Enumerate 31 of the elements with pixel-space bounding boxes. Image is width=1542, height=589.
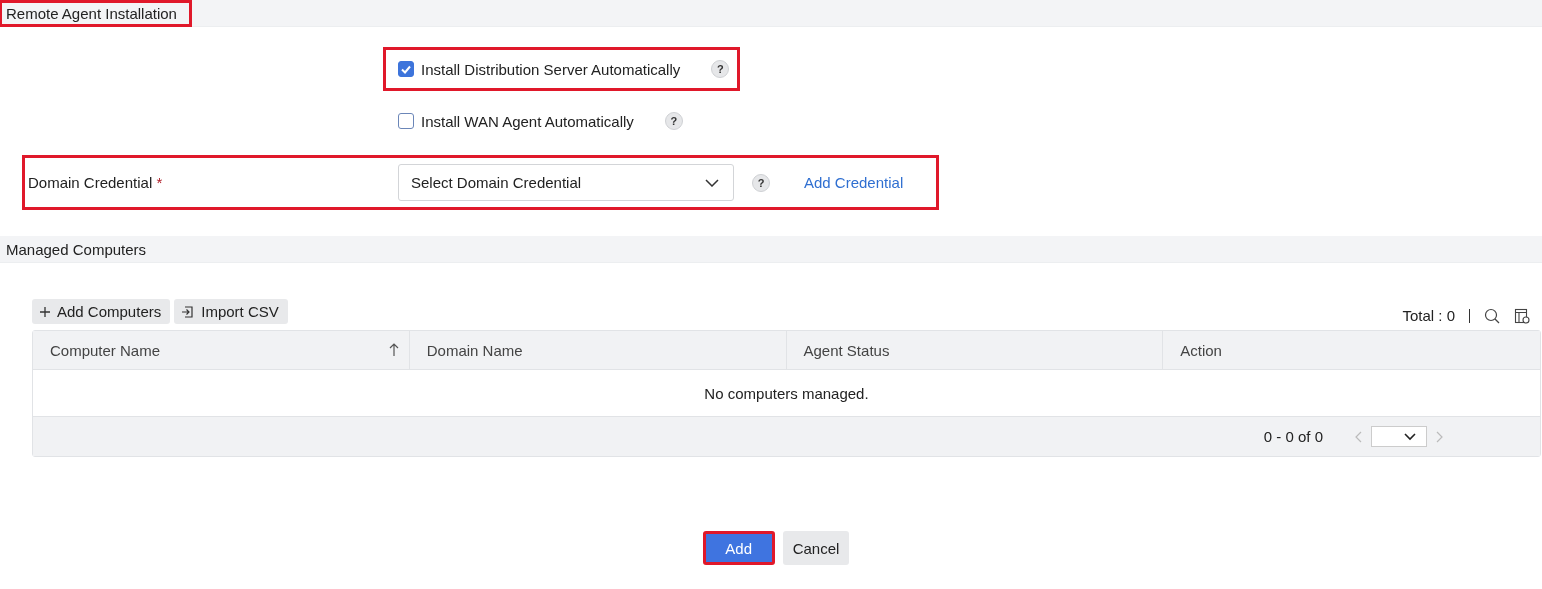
credential-dropdown[interactable]: Select Domain Credential: [398, 164, 734, 201]
column-header[interactable]: Agent Status: [786, 331, 1164, 369]
help-icon[interactable]: ?: [752, 173, 770, 192]
help-icon[interactable]: ?: [664, 112, 683, 130]
import-icon: [181, 304, 196, 319]
section-title: Managed Computers: [5, 239, 148, 260]
import-csv-button[interactable]: Import CSV: [174, 299, 288, 324]
column-settings-icon[interactable]: [1514, 307, 1530, 324]
add-computers-button[interactable]: Add Computers: [32, 299, 171, 324]
plus-icon: [39, 305, 51, 318]
column-header[interactable]: Computer Name: [33, 331, 410, 369]
column-header[interactable]: Domain Name: [409, 331, 787, 369]
chevron-down-icon: [705, 178, 719, 187]
add-credential-link[interactable]: Add Credential: [804, 174, 904, 191]
total-count: Total : 0: [1402, 307, 1455, 324]
add-button[interactable]: Add: [702, 531, 775, 565]
chevron-down-icon: [1404, 432, 1416, 441]
section-title: Remote Agent Installation: [0, 0, 192, 27]
checkbox-label: Install WAN Agent Automatically: [421, 112, 634, 130]
sort-ascending-icon[interactable]: [388, 343, 399, 357]
pagination-range: 0 - 0 of 0: [1263, 428, 1323, 445]
cancel-button[interactable]: Cancel: [782, 531, 850, 565]
field-label: Domain Credential *: [28, 174, 164, 191]
page-size-dropdown[interactable]: [1371, 426, 1427, 447]
column-header[interactable]: Action: [1163, 331, 1540, 369]
empty-message: No computers managed.: [704, 384, 869, 402]
search-icon[interactable]: [1484, 307, 1500, 324]
checkbox-label: Install Distribution Server Automatically: [421, 60, 681, 78]
help-icon[interactable]: ?: [711, 60, 730, 78]
checkbox[interactable]: [398, 61, 414, 77]
checkbox[interactable]: [398, 113, 414, 129]
